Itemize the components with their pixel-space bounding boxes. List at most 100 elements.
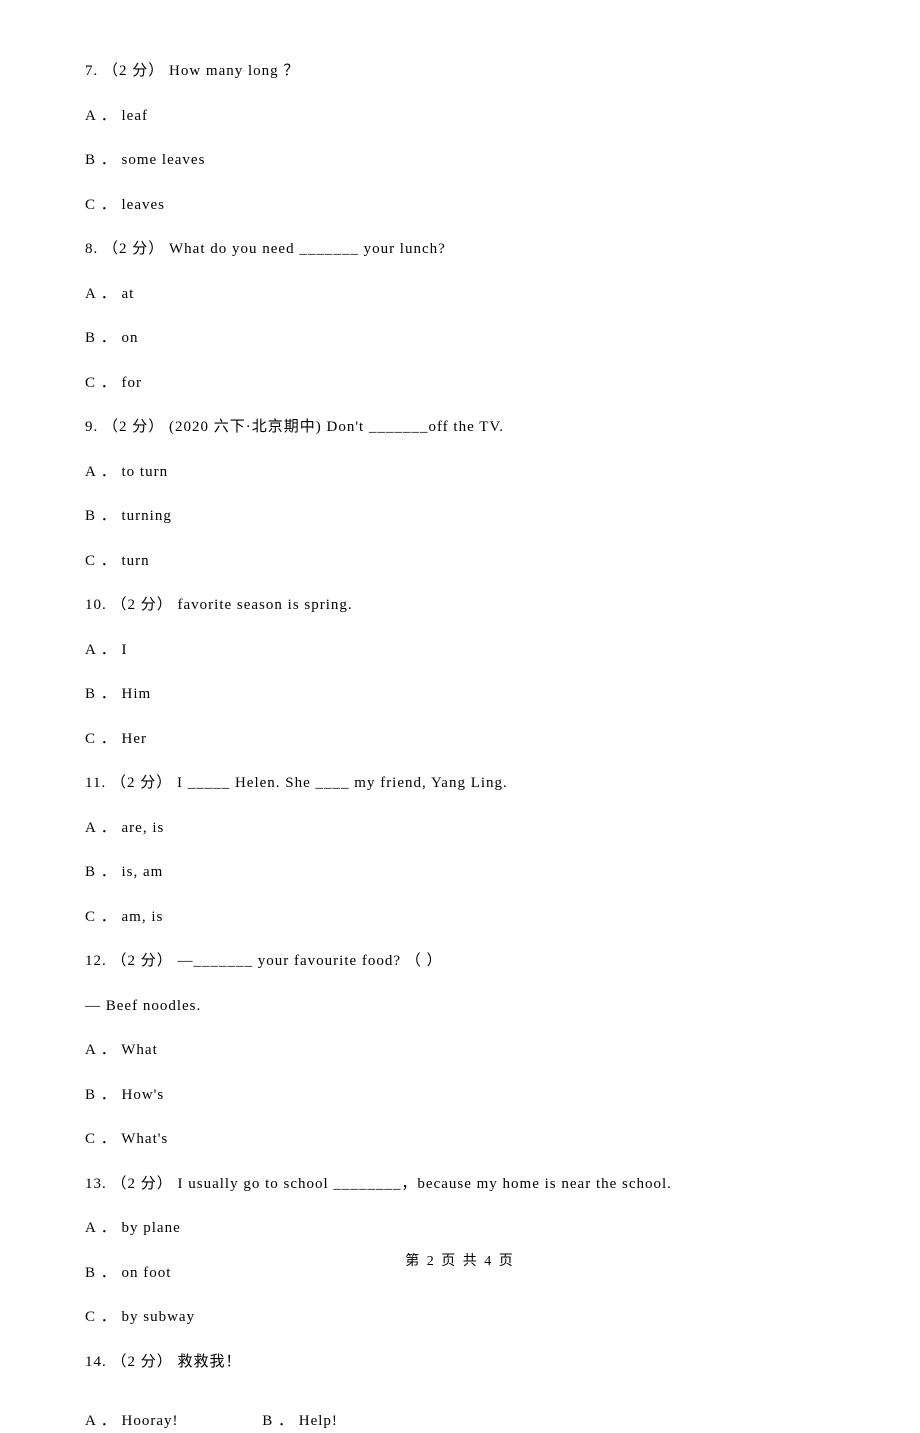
- question-text: I _____ Helen. She ____ my friend, Yang …: [177, 775, 508, 791]
- option-text: at: [122, 286, 135, 302]
- option-label: B ．: [85, 330, 117, 346]
- option-b[interactable]: B ． How's: [85, 1084, 835, 1107]
- option-text: some leaves: [122, 152, 206, 168]
- option-label: A ．: [85, 1220, 117, 1236]
- question-number: 12.: [85, 953, 107, 969]
- option-a[interactable]: A ． leaf: [85, 105, 835, 128]
- question-points: （2 分）: [112, 597, 173, 613]
- option-b[interactable]: B ． on: [85, 327, 835, 350]
- option-c[interactable]: C ． am, is: [85, 906, 835, 929]
- question-14: 14. （2 分） 救救我！ A ． Hooray! B ． Help!: [85, 1351, 835, 1433]
- option-a[interactable]: A ． at: [85, 283, 835, 306]
- option-text: I: [122, 642, 128, 658]
- option-text: What's: [121, 1131, 168, 1147]
- option-c[interactable]: C ． for: [85, 372, 835, 395]
- question-7: 7. （2 分） How many long ？ A ． leaf B ． so…: [85, 60, 835, 216]
- option-c[interactable]: C ． turn: [85, 550, 835, 573]
- option-a[interactable]: A ． to turn: [85, 461, 835, 484]
- question-points: （2 分）: [103, 63, 164, 79]
- option-label: C ．: [85, 909, 117, 925]
- option-text: Hooray!: [122, 1413, 179, 1429]
- option-label: A ．: [85, 108, 117, 124]
- option-text: by plane: [122, 1220, 181, 1236]
- question-9: 9. （2 分） (2020 六下·北京期中) Don't _______off…: [85, 416, 835, 572]
- option-text: Help!: [299, 1413, 338, 1429]
- option-text: leaves: [122, 197, 165, 213]
- question-text: 救救我！: [178, 1354, 242, 1370]
- option-text: on: [122, 330, 139, 346]
- option-text: are, is: [122, 820, 165, 836]
- question-points: （2 分）: [112, 953, 173, 969]
- option-a[interactable]: A ． I: [85, 639, 835, 662]
- option-label: C ．: [85, 197, 117, 213]
- question-number: 11.: [85, 775, 106, 791]
- question-text: favorite season is spring.: [178, 597, 353, 613]
- option-label: A ．: [85, 286, 117, 302]
- option-label: A ．: [85, 1042, 117, 1058]
- option-label: A ．: [85, 642, 117, 658]
- option-b[interactable]: B ． some leaves: [85, 149, 835, 172]
- option-b[interactable]: B ． Help!: [262, 1410, 338, 1433]
- option-text: is, am: [122, 864, 164, 880]
- inline-options: A ． Hooray! B ． Help!: [85, 1410, 835, 1433]
- question-10: 10. （2 分） favorite season is spring. A ．…: [85, 594, 835, 750]
- question-8: 8. （2 分） What do you need _______ your l…: [85, 238, 835, 394]
- option-a[interactable]: A ． by plane: [85, 1217, 835, 1240]
- question-number: 10.: [85, 597, 107, 613]
- option-c[interactable]: C ． What's: [85, 1128, 835, 1151]
- question-points: （2 分）: [103, 241, 164, 257]
- option-text: by subway: [122, 1309, 196, 1325]
- question-points: （2 分）: [111, 775, 172, 791]
- option-text: turning: [122, 508, 172, 524]
- question-11: 11. （2 分） I _____ Helen. She ____ my fri…: [85, 772, 835, 928]
- option-b[interactable]: B ． turning: [85, 505, 835, 528]
- question-stem: 13. （2 分） I usually go to school _______…: [85, 1173, 835, 1196]
- question-stem: 12. （2 分） —_______ your favourite food? …: [85, 950, 835, 973]
- option-label: B ．: [85, 152, 117, 168]
- question-number: 9.: [85, 419, 98, 435]
- question-stem: 11. （2 分） I _____ Helen. She ____ my fri…: [85, 772, 835, 795]
- option-label: C ．: [85, 1131, 117, 1147]
- option-label: B ．: [85, 686, 117, 702]
- option-text: leaf: [122, 108, 148, 124]
- option-label: C ．: [85, 553, 117, 569]
- question-stem: 7. （2 分） How many long ？: [85, 60, 835, 83]
- option-label: A ．: [85, 820, 117, 836]
- option-text: am, is: [122, 909, 164, 925]
- option-label: B ．: [85, 1087, 117, 1103]
- option-label: C ．: [85, 1309, 117, 1325]
- question-points: （2 分）: [112, 1176, 173, 1192]
- question-stem: 8. （2 分） What do you need _______ your l…: [85, 238, 835, 261]
- option-text: for: [122, 375, 143, 391]
- question-12: 12. （2 分） —_______ your favourite food? …: [85, 950, 835, 1151]
- question-stem: 10. （2 分） favorite season is spring.: [85, 594, 835, 617]
- option-a[interactable]: A ． Hooray!: [85, 1410, 179, 1433]
- option-c[interactable]: C ． by subway: [85, 1306, 835, 1329]
- question-stem: 14. （2 分） 救救我！: [85, 1351, 835, 1374]
- option-text: Him: [122, 686, 152, 702]
- option-label: B ．: [85, 864, 117, 880]
- question-points: （2 分）: [112, 1354, 173, 1370]
- option-a[interactable]: A ． What: [85, 1039, 835, 1062]
- question-stem: 9. （2 分） (2020 六下·北京期中) Don't _______off…: [85, 416, 835, 439]
- question-text: —_______ your favourite food? （ ）: [178, 953, 443, 969]
- question-text: (2020 六下·北京期中) Don't _______off the TV.: [169, 419, 504, 435]
- question-number: 13.: [85, 1176, 107, 1192]
- option-b[interactable]: B ． is, am: [85, 861, 835, 884]
- question-text: I usually go to school ________，because …: [178, 1176, 672, 1192]
- option-b[interactable]: B ． Him: [85, 683, 835, 706]
- option-label: A ．: [85, 1413, 117, 1429]
- option-a[interactable]: A ． are, is: [85, 817, 835, 840]
- option-c[interactable]: C ． Her: [85, 728, 835, 751]
- option-label: C ．: [85, 375, 117, 391]
- option-text: Her: [122, 731, 148, 747]
- question-number: 8.: [85, 241, 98, 257]
- option-label: B ．: [262, 1413, 294, 1429]
- option-c[interactable]: C ． leaves: [85, 194, 835, 217]
- option-label: C ．: [85, 731, 117, 747]
- option-text: to turn: [122, 464, 169, 480]
- question-followup: — Beef noodles.: [85, 995, 835, 1018]
- option-text: What: [121, 1042, 157, 1058]
- question-number: 14.: [85, 1354, 107, 1370]
- option-text: How's: [122, 1087, 165, 1103]
